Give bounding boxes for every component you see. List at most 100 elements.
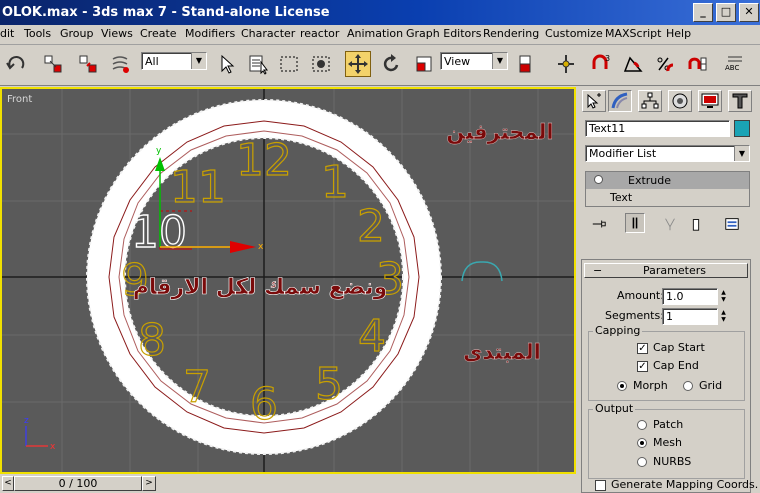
amount-field[interactable]: 1.0 [662,288,718,305]
menu-help[interactable]: Help [666,27,691,40]
morph-label: Morph [633,379,668,392]
menu-bar: dit Tools Group Views Create Modifiers C… [0,25,760,45]
viewport-label[interactable]: Front [7,94,32,105]
display-tab-icon[interactable] [698,90,722,112]
generate-mapping-checkbox[interactable] [595,480,606,491]
selection-filter-dropdown[interactable]: All ▼ [141,52,207,70]
reference-coord-dropdown[interactable]: View ▼ [440,52,508,70]
mesh-radio[interactable] [637,438,647,448]
clock-number-8[interactable]: 8 [137,314,166,366]
menu-animation[interactable]: Animation [347,27,403,40]
clock-number-2[interactable]: 2 [356,200,385,252]
show-end-result-icon[interactable] [625,213,645,233]
chevron-down-icon: ▼ [734,146,749,161]
menu-reactor[interactable]: reactor [300,27,339,40]
arabic-text-beginners: المبتدى [463,340,541,364]
create-tab-icon[interactable] [582,90,606,112]
time-slider: < 0 / 100 > [0,474,576,493]
cap-end-checkbox[interactable]: ✓ [637,361,648,372]
menu-modifiers[interactable]: Modifiers [185,27,235,40]
select-by-name-icon[interactable] [245,51,271,77]
scale-icon[interactable] [411,51,437,77]
object-color-swatch[interactable] [734,120,750,137]
close-button[interactable]: ✕ [739,3,759,22]
menu-views[interactable]: Views [101,27,133,40]
select-object-icon[interactable] [214,51,240,77]
clock-number-12[interactable]: 12 [235,134,292,186]
utilities-tab-icon[interactable] [728,90,752,112]
parameters-rollout-header[interactable]: − Parameters [584,263,748,278]
collapse-icon: − [593,264,603,277]
manipulate-icon[interactable] [553,51,579,77]
menu-create[interactable]: Create [140,27,177,40]
segments-field[interactable]: 1 [662,308,718,325]
remove-modifier-icon[interactable] [686,214,706,234]
hierarchy-tab-icon[interactable] [638,90,662,112]
grid-radio[interactable] [683,381,693,391]
make-unique-icon[interactable] [660,214,680,234]
output-label: Output [593,402,636,415]
menu-edit[interactable]: dit [0,27,14,40]
window-crossing-icon[interactable] [308,51,334,77]
clock-number-6[interactable]: 6 [249,378,278,430]
chevron-down-icon: ▼ [191,53,206,69]
morph-radio[interactable] [617,381,627,391]
clock-number-1[interactable]: 1 [320,156,349,208]
clock-number-4[interactable]: 4 [357,310,386,362]
reference-coord-value: View [444,55,471,68]
clock-number-5[interactable]: 5 [314,358,343,410]
rotate-icon[interactable] [378,51,404,77]
time-next-button[interactable]: > [142,476,156,491]
object-name-field[interactable]: Text11 [585,120,730,137]
rectangular-selection-icon[interactable] [276,51,302,77]
parameters-title: Parameters [643,264,706,277]
patch-radio[interactable] [637,420,647,430]
pin-stack-icon[interactable] [589,214,609,234]
spinner-snap-icon[interactable] [684,51,710,77]
pivot-center-icon[interactable] [513,51,539,77]
selection-filter-value: All [145,55,159,68]
menu-rendering[interactable]: Rendering [483,27,539,40]
capping-label: Capping [593,324,643,337]
menu-maxscript[interactable]: MAXScript [605,27,661,40]
svg-text:x: x [50,442,56,452]
time-prev-button[interactable]: < [2,476,14,491]
undo-icon[interactable] [3,51,29,77]
segments-spinner[interactable]: ▲ ▼ [719,309,728,324]
amount-spinner[interactable]: ▲ ▼ [719,289,728,304]
cap-end-label: Cap End [653,359,699,372]
select-link-icon[interactable] [40,51,66,77]
menu-graph-editors[interactable]: Graph Editors [406,27,482,40]
nurbs-radio[interactable] [637,457,647,467]
unlink-icon[interactable] [75,51,101,77]
angle-snap-icon[interactable] [620,51,646,77]
stack-item-text[interactable]: Text [586,189,749,206]
minimize-button[interactable]: _ [693,3,713,22]
amount-label: Amount: [617,289,664,302]
lightbulb-icon[interactable] [594,175,603,184]
menu-tools[interactable]: Tools [24,27,51,40]
menu-customize[interactable]: Customize [545,27,603,40]
percent-snap-icon[interactable] [652,51,678,77]
clock-number-11[interactable]: 11 [169,161,226,213]
motion-tab-icon[interactable] [668,90,692,112]
menu-character[interactable]: Character [241,27,295,40]
modify-tab-icon[interactable] [608,90,632,112]
modifier-list-dropdown[interactable]: Modifier List ▼ [585,145,750,162]
arabic-text-professionals: المحترفين [446,120,553,144]
named-selection-icon[interactable]: ABC [722,51,748,77]
front-viewport[interactable]: 12 1 2 3 4 5 6 7 8 9 11 10 x y المحترفين… [0,87,576,474]
menu-group[interactable]: Group [60,27,94,40]
restore-button[interactable]: □ [716,3,736,22]
configure-modifier-sets-icon[interactable] [722,214,742,234]
clock-number-10[interactable]: 10 [130,206,187,258]
bind-spacewarp-icon[interactable] [107,51,133,77]
segments-label: Segments: [605,309,664,322]
viewport-canvas: 12 1 2 3 4 5 6 7 8 9 11 10 x y المحترفين… [2,89,574,472]
cap-start-checkbox[interactable]: ✓ [637,343,648,354]
clock-number-7[interactable]: 7 [182,361,211,413]
move-icon[interactable] [345,51,371,77]
stack-item-extrude[interactable]: Extrude [586,172,749,189]
time-slider-thumb[interactable]: 0 / 100 [14,476,142,491]
snap-icon[interactable]: 3 [588,51,614,77]
